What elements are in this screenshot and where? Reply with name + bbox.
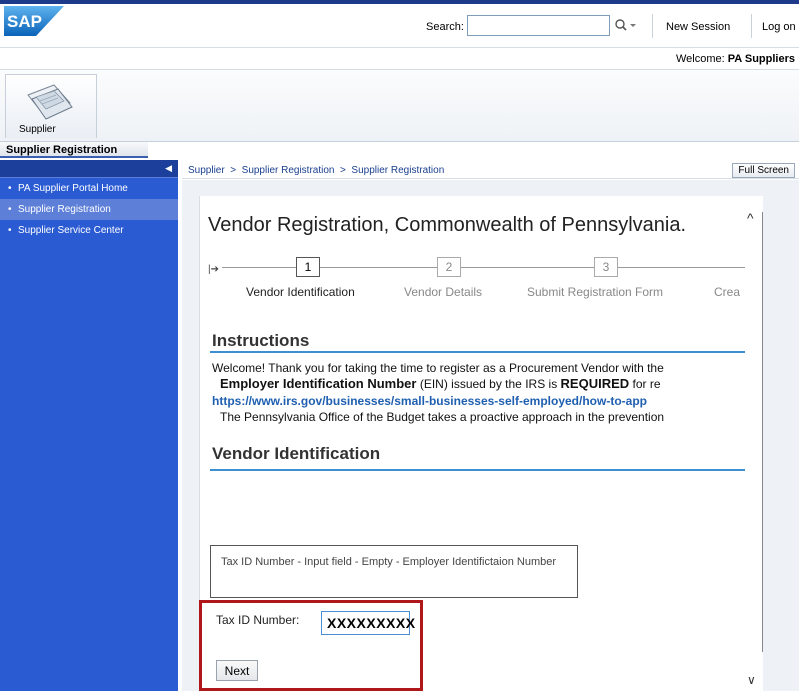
- magnifier-dropdown-icon: [615, 19, 636, 31]
- roadmap-step-2[interactable]: 2: [437, 257, 461, 277]
- instructions-line: Employer Identification Number (EIN) iss…: [220, 376, 661, 391]
- roadmap-step-label: Vendor Details: [404, 285, 483, 299]
- scroll-up-icon[interactable]: ^: [747, 210, 754, 226]
- svg-text:SAP: SAP: [7, 12, 42, 31]
- full-screen-button[interactable]: Full Screen: [732, 163, 795, 178]
- bullet-icon: •: [8, 225, 12, 236]
- sidebar-item-supplier-registration[interactable]: • Supplier Registration: [0, 199, 178, 220]
- required-text: REQUIRED: [560, 376, 630, 391]
- page-title: Vendor Registration, Commonwealth of Pen…: [208, 214, 687, 236]
- welcome-user: PA Suppliers: [727, 53, 795, 65]
- workset-tab-supplier[interactable]: Supplier: [5, 74, 97, 138]
- scrollbar[interactable]: [745, 196, 763, 691]
- sap-logo: SAP: [4, 6, 64, 36]
- welcome-prefix: Welcome:: [675, 53, 725, 65]
- scroll-thumb[interactable]: [762, 212, 763, 652]
- welcome-text: Welcome: PA Suppliers: [676, 53, 795, 65]
- vendor-identification-heading: Vendor Identification: [212, 444, 381, 463]
- bullet-icon: •: [8, 204, 12, 215]
- subnav-tab-supplier-registration[interactable]: Supplier Registration: [0, 142, 148, 158]
- sidebar: ◀ • PA Supplier Portal Home • Supplier Reg…: [0, 160, 178, 691]
- search-label: Search:: [426, 21, 464, 33]
- search-input[interactable]: [467, 15, 610, 36]
- new-session-link[interactable]: New Session: [666, 21, 730, 33]
- breadcrumb-bar: Supplier > Supplier Registration > Suppl…: [182, 161, 799, 179]
- roadmap-step-label: Vendor Identification: [246, 285, 355, 299]
- bullet-icon: •: [8, 183, 12, 194]
- welcome-bar: Welcome: PA Suppliers: [0, 48, 799, 70]
- sidebar-item-label: Supplier Service Center: [18, 225, 124, 236]
- subnav-bar: Supplier Registration: [0, 142, 799, 158]
- instructions-heading: Instructions: [212, 331, 310, 350]
- breadcrumb[interactable]: Supplier > Supplier Registration > Suppl…: [188, 165, 444, 176]
- instructions-line: Welcome! Thank you for taking the time t…: [212, 361, 664, 375]
- section-divider: [210, 351, 745, 353]
- sidebar-item-label: Supplier Registration: [18, 204, 111, 215]
- irs-link-text[interactable]: https://www.irs.gov/businesses/small-bus…: [212, 394, 647, 408]
- separator: [652, 14, 653, 38]
- sidebar-item-portal-home[interactable]: • PA Supplier Portal Home: [0, 178, 178, 199]
- workset-area: Supplier: [0, 70, 799, 142]
- roadmap-step-label: Crea: [714, 285, 741, 299]
- workset-tab-label: Supplier: [19, 124, 56, 135]
- sidebar-item-label: PA Supplier Portal Home: [18, 183, 128, 194]
- irs-link[interactable]: https://www.irs.gov/businesses/small-bus…: [212, 394, 647, 408]
- highlight-box: [199, 600, 423, 691]
- instructions-line: The Pennsylvania Office of the Budget ta…: [220, 410, 665, 424]
- roadmap-step-label: Submit Registration Form: [527, 285, 664, 299]
- instructions-text: for re: [629, 377, 661, 391]
- separator: [751, 14, 752, 38]
- top-bar: SAP Search: New Session Log on: [0, 0, 799, 48]
- instructions-text: (EIN) issued by the IRS is: [416, 377, 561, 391]
- search-button[interactable]: [614, 18, 642, 34]
- log-on-link[interactable]: Log on: [762, 21, 796, 33]
- ein-label: Employer Identification Number: [220, 376, 417, 391]
- scroll-down-icon[interactable]: ∨: [747, 673, 756, 687]
- section-divider: [210, 469, 745, 471]
- sidebar-item-service-center[interactable]: • Supplier Service Center: [0, 220, 178, 241]
- sidebar-header: ◀: [0, 160, 178, 178]
- tooltip-tax-id: Tax ID Number - Input field - Empty - Em…: [210, 545, 578, 598]
- roadmap-step-3[interactable]: 3: [594, 257, 618, 277]
- roadmap-step-1[interactable]: 1: [296, 257, 320, 277]
- triangle-left-icon[interactable]: ◀: [165, 163, 172, 174]
- supplier-pages-icon: [27, 84, 73, 120]
- roadmap-start-icon: |➔: [208, 264, 219, 275]
